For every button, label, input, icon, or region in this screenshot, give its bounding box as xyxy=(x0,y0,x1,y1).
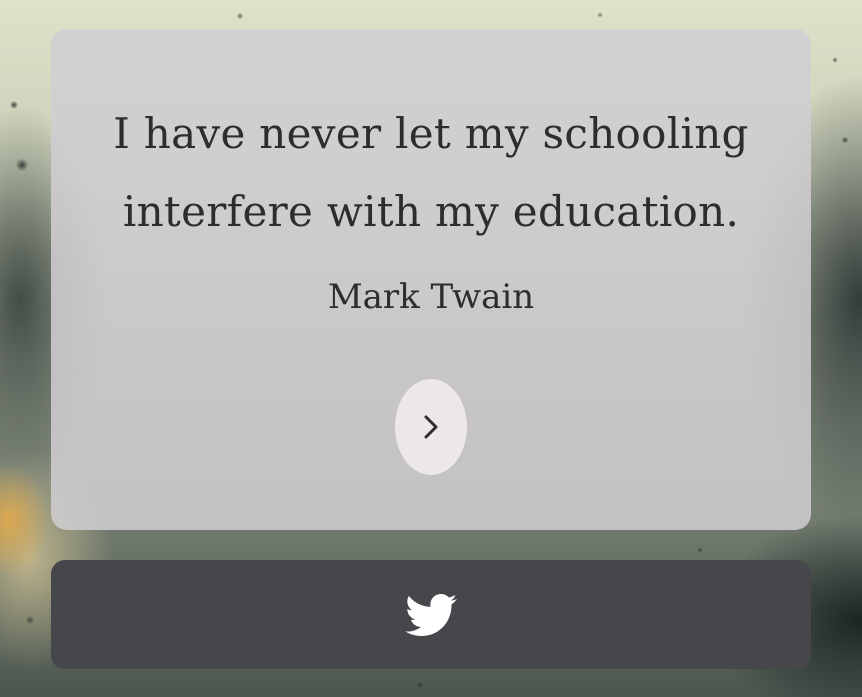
quote-card: I have never let my schooling interfere … xyxy=(51,29,811,530)
share-bar xyxy=(51,560,811,669)
quote-author: Mark Twain xyxy=(327,277,535,317)
quote-text: I have never let my schooling interfere … xyxy=(113,109,749,236)
chevron-right-icon xyxy=(424,415,438,439)
next-quote-button[interactable] xyxy=(395,379,467,475)
twitter-icon xyxy=(405,593,457,636)
tweet-quote-button[interactable] xyxy=(401,585,461,645)
